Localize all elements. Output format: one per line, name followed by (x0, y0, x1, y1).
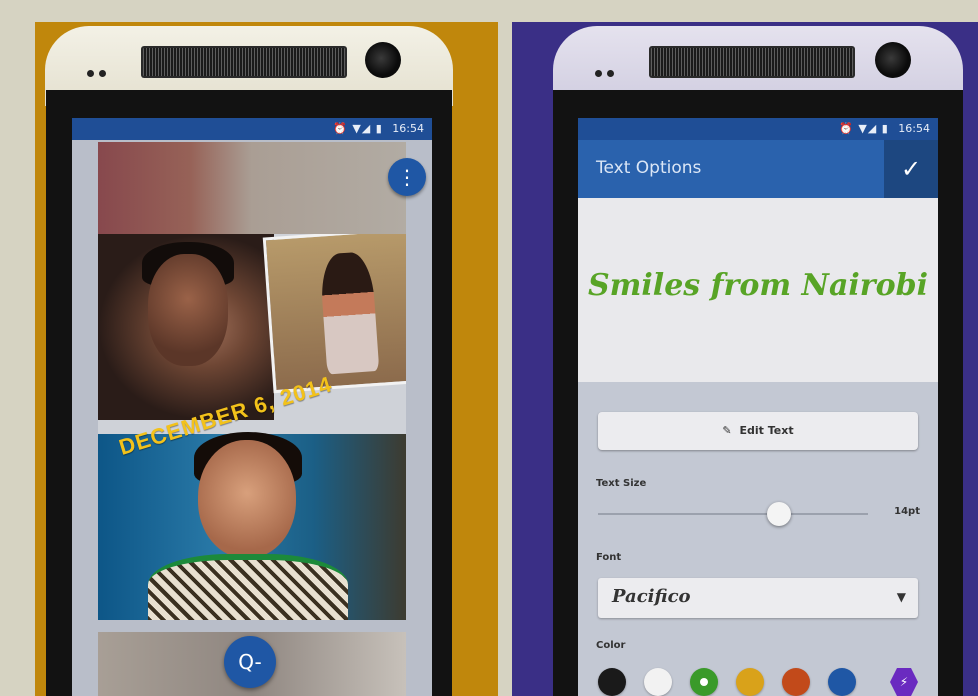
status-bar: ⏰ ▼◢ ▮ 16:54 (578, 118, 938, 140)
lightning-icon: ⚡ (899, 675, 909, 689)
photo-collage[interactable]: DECEMBER 6, 2014 (98, 234, 406, 620)
status-bar: ⏰ ▼◢ ▮ 16:54 (72, 118, 432, 140)
font-selected-value: Pacifico (612, 586, 691, 607)
color-swatch[interactable] (598, 668, 626, 696)
color-label: Color (596, 640, 626, 651)
photo-thumbnail-top[interactable] (98, 142, 406, 239)
zoom-out-button[interactable]: Q- (224, 636, 276, 688)
left-phone-screen: ⏰ ▼◢ ▮ 16:54 ⋮ DECEMBER 6, 2014 Q- (72, 118, 432, 696)
more-vert-icon: ⋮ (397, 165, 417, 189)
text-size-label: Text Size (596, 478, 647, 489)
sensor-dots (87, 62, 111, 81)
font-dropdown[interactable]: Pacifico ▼ (598, 578, 918, 618)
front-camera (365, 42, 401, 78)
text-preview: Smiles from Nairobi (578, 198, 938, 382)
status-time: 16:54 (898, 122, 930, 135)
pencil-icon: ✎ (722, 424, 732, 437)
color-swatch[interactable] (828, 668, 856, 696)
collage-photo-girl (262, 234, 406, 394)
edit-text-label: Edit Text (739, 424, 794, 437)
color-swatch[interactable] (736, 668, 764, 696)
sensor-dots (595, 62, 619, 81)
custom-color-button[interactable]: ⚡ (890, 668, 918, 696)
font-label: Font (596, 552, 622, 563)
status-icons: ⏰ ▼◢ ▮ (839, 122, 889, 135)
speaker-grille (649, 46, 855, 78)
app-bar: Text Options ✓ (578, 140, 938, 198)
color-swatches: ⚡ (598, 668, 928, 696)
collage-photo-smiling-woman (98, 432, 406, 620)
right-phone-screen: ⏰ ▼◢ ▮ 16:54 Text Options ✓ Smiles from … (578, 118, 938, 696)
text-size-slider-track[interactable] (598, 513, 868, 515)
more-options-button[interactable]: ⋮ (388, 158, 426, 196)
zoom-out-icon: Q- (238, 650, 262, 674)
front-camera (875, 42, 911, 78)
dropdown-arrow-icon: ▼ (896, 590, 906, 604)
page-title: Text Options (596, 158, 702, 178)
collage-photo-boy (98, 234, 274, 420)
color-swatch[interactable] (690, 668, 718, 696)
text-options-panel: ✎ Edit Text Text Size 14pt Font Pacifico… (578, 382, 938, 696)
text-size-value: 14pt (894, 506, 920, 517)
color-swatch[interactable] (644, 668, 672, 696)
edit-text-button[interactable]: ✎ Edit Text (598, 412, 918, 450)
text-size-slider-thumb[interactable] (766, 502, 791, 526)
speaker-grille (141, 46, 347, 78)
status-icons: ⏰ ▼◢ ▮ (333, 122, 383, 135)
status-time: 16:54 (392, 122, 424, 135)
preview-text: Smiles from Nairobi (588, 268, 928, 303)
color-swatch[interactable] (782, 668, 810, 696)
check-icon: ✓ (900, 155, 922, 183)
confirm-button[interactable]: ✓ (884, 140, 938, 198)
